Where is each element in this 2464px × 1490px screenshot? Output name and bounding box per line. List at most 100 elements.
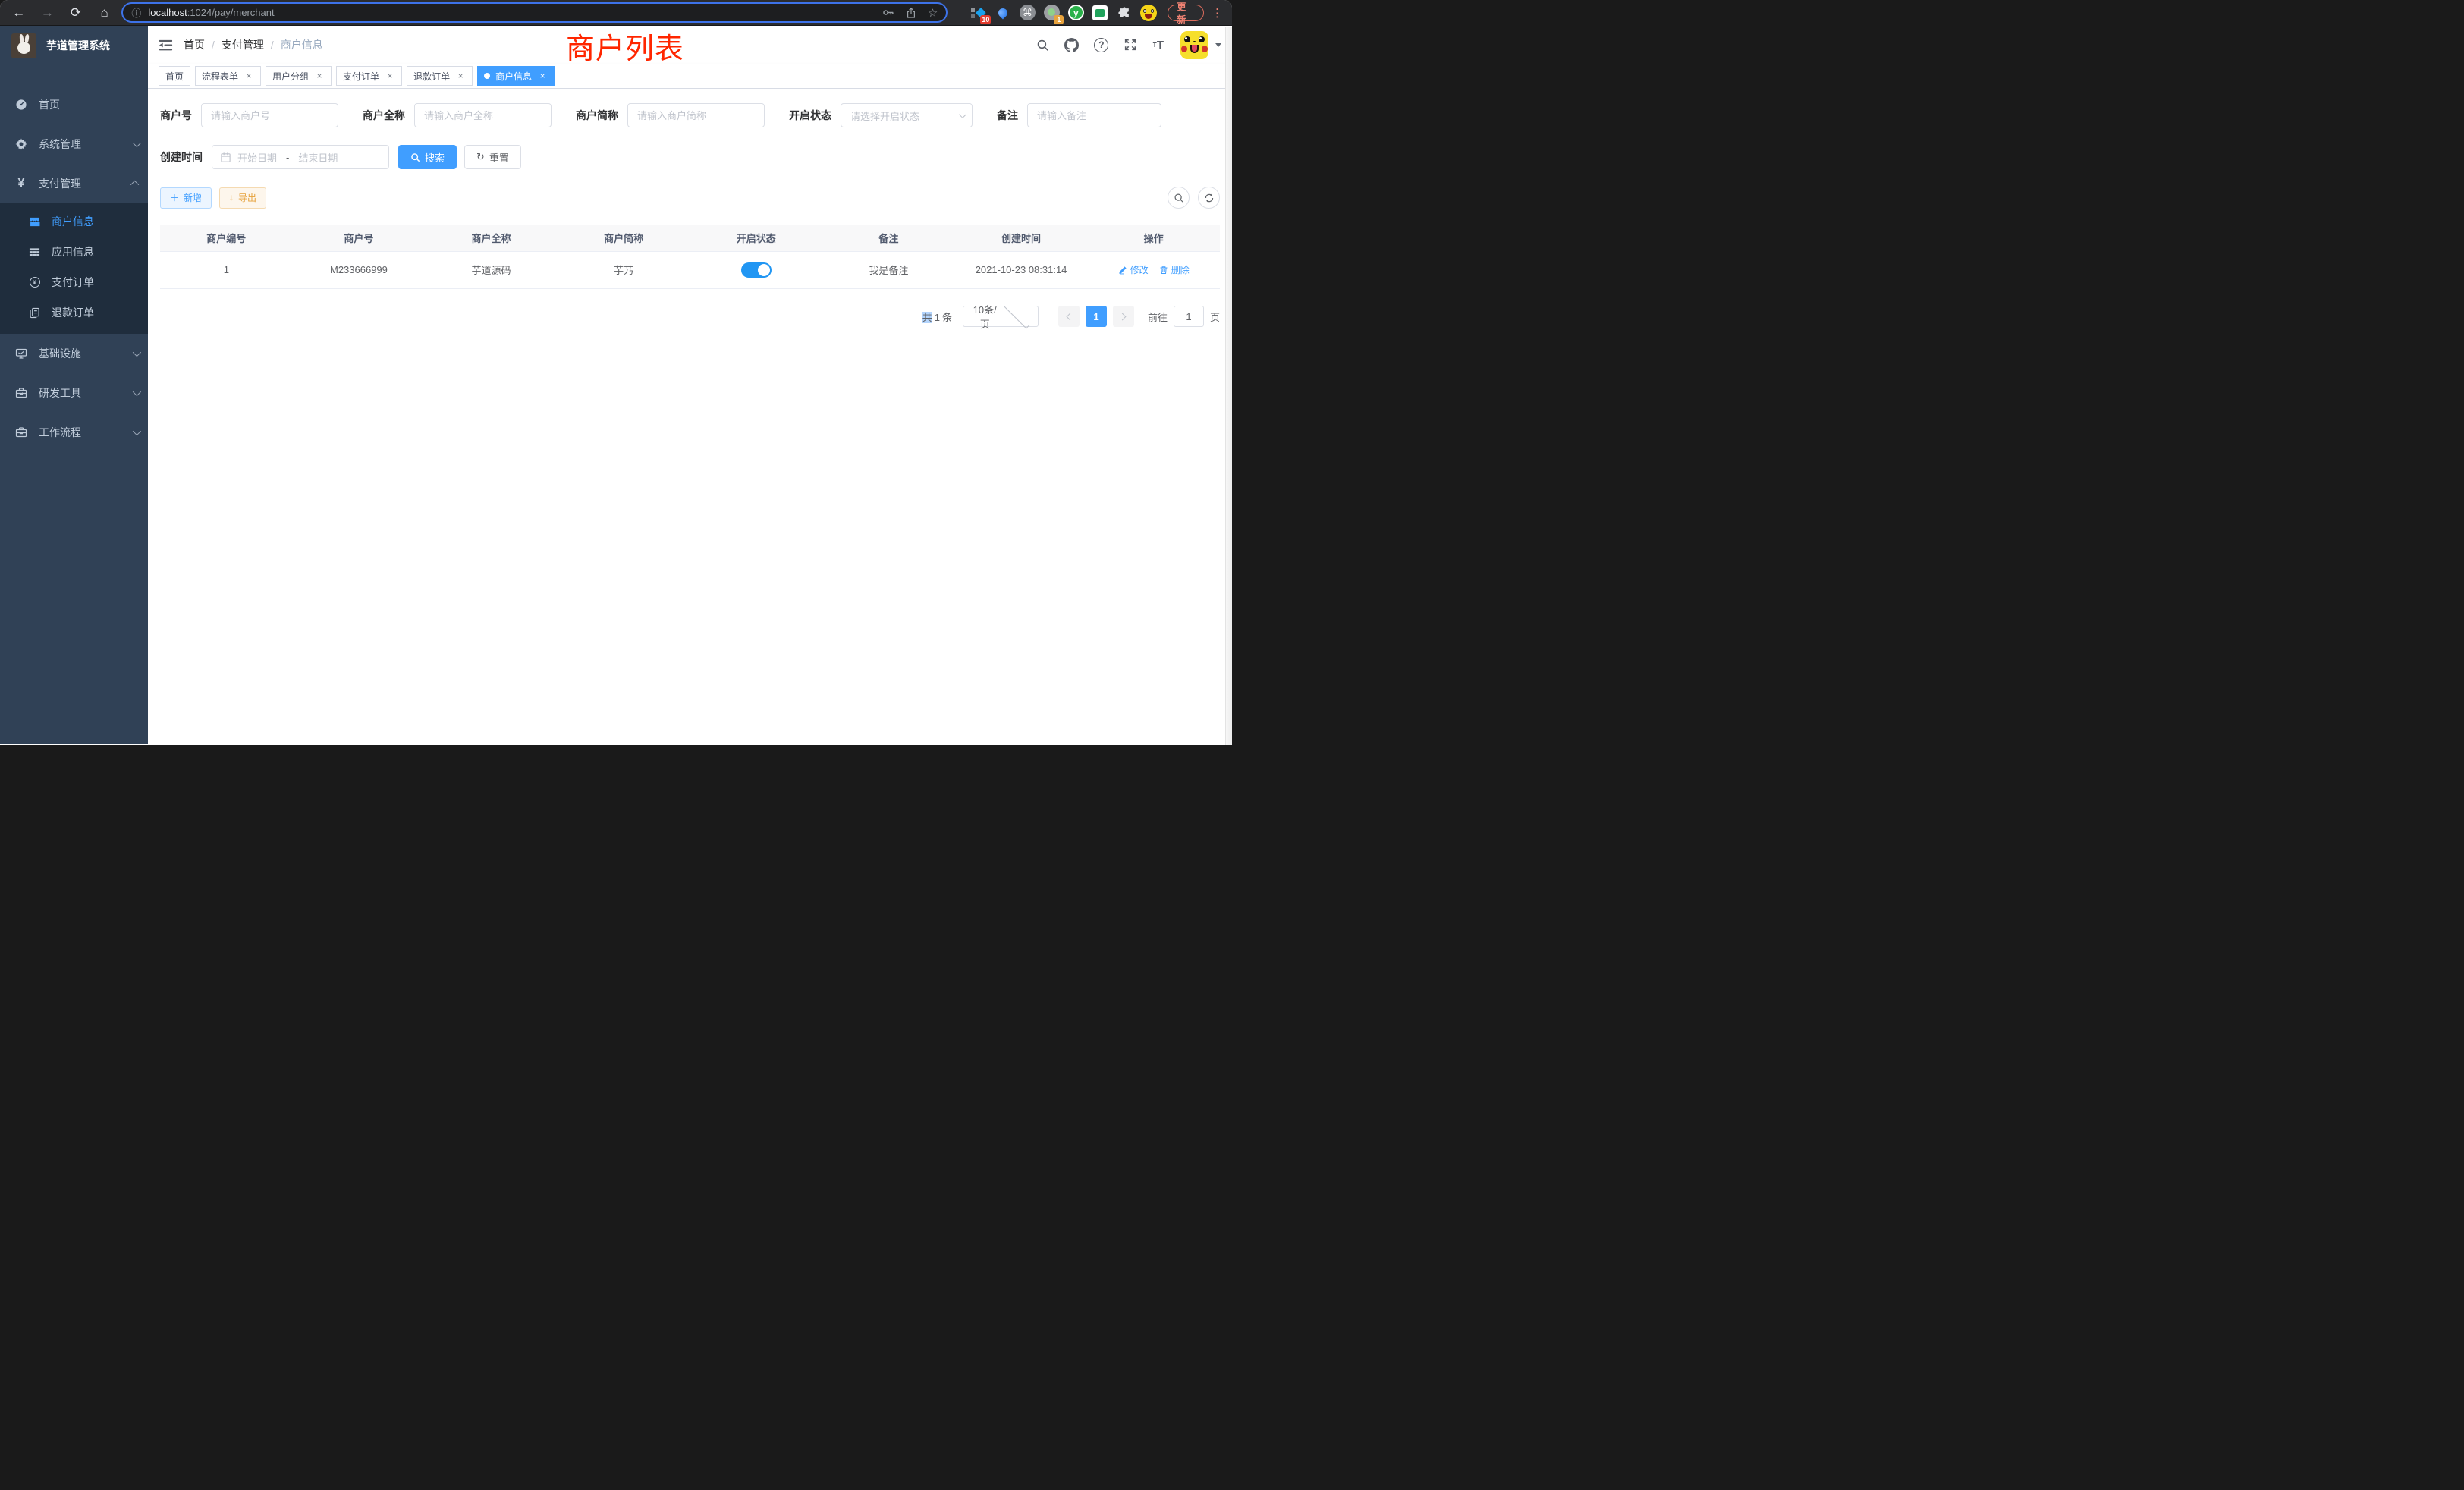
cell-create-time: 2021-10-23 08:31:14 <box>955 252 1088 288</box>
browser-reload-button[interactable]: ⟳ <box>66 3 86 23</box>
page-number-1[interactable]: 1 <box>1086 306 1107 327</box>
chevron-left-icon <box>1067 313 1074 320</box>
sidebar-item-dev-tools[interactable]: 研发工具 <box>0 373 148 413</box>
tag-user-group[interactable]: 用户分组× <box>266 66 332 86</box>
goto-page: 前往 页 <box>1148 306 1220 327</box>
sidebar-item-home[interactable]: 首页 <box>0 85 148 124</box>
close-icon[interactable]: × <box>385 71 395 81</box>
goto-suffix: 页 <box>1210 310 1220 324</box>
sidebar-item-refund-order[interactable]: 退款订单 <box>0 297 148 328</box>
close-icon[interactable]: × <box>244 71 254 81</box>
pagination-total: 共1条 <box>922 310 952 324</box>
extension-pin-icon[interactable] <box>995 5 1011 21</box>
status-toggle[interactable] <box>741 262 772 278</box>
profile-avatar[interactable] <box>1140 5 1157 21</box>
prev-page-button[interactable] <box>1058 306 1080 327</box>
start-date-placeholder: 开始日期 <box>237 150 277 165</box>
extension-command-icon[interactable]: ⌘ <box>1019 5 1036 21</box>
chevron-down-icon <box>133 388 141 396</box>
next-page-button[interactable] <box>1113 306 1134 327</box>
site-info-icon[interactable]: ⓘ <box>131 5 141 20</box>
full-name-label: 商户全称 <box>363 108 405 123</box>
extension-chat-icon[interactable] <box>1092 5 1108 21</box>
help-icon[interactable]: ? <box>1094 38 1108 52</box>
sidebar-logo[interactable]: 芋道管理系统 <box>0 26 148 65</box>
breadcrumb: 首页 / 支付管理 / 商户信息 <box>184 37 323 52</box>
add-button[interactable]: ＋ 新增 <box>160 187 212 209</box>
browser-back-button[interactable]: ← <box>9 3 29 23</box>
active-dot <box>484 73 490 79</box>
chevron-down-icon <box>133 348 141 357</box>
reset-button[interactable]: ↻ 重置 <box>464 145 521 169</box>
sidebar-item-merchant-info[interactable]: 商户信息 <box>0 206 148 237</box>
extension-diamond-icon[interactable]: 10 <box>970 5 987 21</box>
chrome-menu-icon[interactable]: ⋮ <box>1212 6 1223 20</box>
plus-icon: ＋ <box>170 191 179 204</box>
sidebar-item-pay-order[interactable]: ¥ 支付订单 <box>0 267 148 297</box>
breadcrumb-current: 商户信息 <box>281 37 323 52</box>
monitor-icon <box>15 347 27 360</box>
close-icon[interactable]: × <box>537 71 548 81</box>
search-icon <box>410 152 420 162</box>
toggle-search-button[interactable] <box>1168 187 1190 209</box>
password-key-icon[interactable] <box>882 6 894 19</box>
breadcrumb-payment[interactable]: 支付管理 <box>222 37 264 52</box>
page-size-select[interactable]: 10条/页 <box>963 306 1039 327</box>
close-icon[interactable]: × <box>455 71 466 81</box>
github-icon[interactable] <box>1064 38 1079 52</box>
extension-badge: 1 <box>1054 15 1064 24</box>
tag-home[interactable]: 首页 <box>159 66 190 86</box>
share-icon[interactable] <box>905 7 917 19</box>
url-bar[interactable]: ⓘ localhost:1024/pay/merchant ☆ <box>121 2 948 23</box>
extensions-puzzle-icon[interactable] <box>1116 5 1133 21</box>
breadcrumb-home[interactable]: 首页 <box>184 37 205 52</box>
tag-merchant-info[interactable]: 商户信息× <box>477 66 555 86</box>
merchant-no-input[interactable] <box>201 103 338 127</box>
chrome-update-button[interactable]: 更新 <box>1168 5 1204 21</box>
table-toolbar: ＋ 新增 ↓ 导出 <box>160 187 1220 209</box>
bookmark-star-icon[interactable]: ☆ <box>928 6 938 20</box>
browser-forward-button[interactable]: → <box>38 3 58 23</box>
refresh-icon <box>1204 193 1215 203</box>
short-name-input[interactable] <box>627 103 765 127</box>
edit-link[interactable]: 修改 <box>1118 263 1149 276</box>
date-separator: - <box>286 152 289 163</box>
browser-home-button[interactable]: ⌂ <box>95 3 115 23</box>
font-size-icon[interactable]: тT <box>1152 39 1164 52</box>
chevron-down-icon <box>959 111 966 118</box>
date-range-picker[interactable]: 开始日期 - 结束日期 <box>212 145 389 169</box>
extension-camera-icon[interactable]: 1 <box>1043 5 1060 21</box>
delete-link[interactable]: 删除 <box>1159 263 1190 276</box>
goto-page-input[interactable] <box>1174 306 1204 327</box>
full-name-input[interactable] <box>414 103 552 127</box>
avatar-caret-icon[interactable] <box>1215 43 1221 47</box>
sidebar-item-infrastructure[interactable]: 基础设施 <box>0 334 148 373</box>
sidebar-item-system[interactable]: 系统管理 <box>0 124 148 164</box>
user-avatar[interactable] <box>1180 31 1208 59</box>
refresh-icon: ↻ <box>476 151 485 163</box>
vertical-scrollbar[interactable] <box>1225 27 1232 745</box>
tag-pay-order[interactable]: 支付订单× <box>336 66 402 86</box>
tag-process-form[interactable]: 流程表单× <box>195 66 261 86</box>
cell-merchant-id: 1 <box>160 252 293 288</box>
refresh-table-button[interactable] <box>1198 187 1220 209</box>
sidebar-fold-icon[interactable] <box>159 38 173 52</box>
search-button[interactable]: 搜索 <box>398 145 457 169</box>
tag-refund-order[interactable]: 退款订单× <box>407 66 473 86</box>
sidebar-item-workflow[interactable]: 工作流程 <box>0 413 148 452</box>
close-icon[interactable]: × <box>314 71 325 81</box>
sidebar-item-payment[interactable]: ¥ 支付管理 <box>0 164 148 203</box>
cell-remark: 我是备注 <box>822 252 955 288</box>
extension-yuque-icon[interactable]: y <box>1067 5 1084 21</box>
app-navbar: 首页 / 支付管理 / 商户信息 ? <box>148 26 1232 64</box>
remark-input[interactable] <box>1027 103 1161 127</box>
sidebar-item-app-info[interactable]: 应用信息 <box>0 237 148 267</box>
search-icon <box>1174 193 1184 203</box>
yen-icon: ¥ <box>15 178 27 190</box>
storefront-icon <box>29 216 40 228</box>
fullscreen-icon[interactable] <box>1124 38 1137 52</box>
pagination: 共1条 10条/页 1 前往 页 <box>160 306 1220 327</box>
header-search-icon[interactable] <box>1036 39 1049 52</box>
status-select[interactable]: 请选择开启状态 <box>841 103 973 127</box>
export-button[interactable]: ↓ 导出 <box>219 187 266 209</box>
